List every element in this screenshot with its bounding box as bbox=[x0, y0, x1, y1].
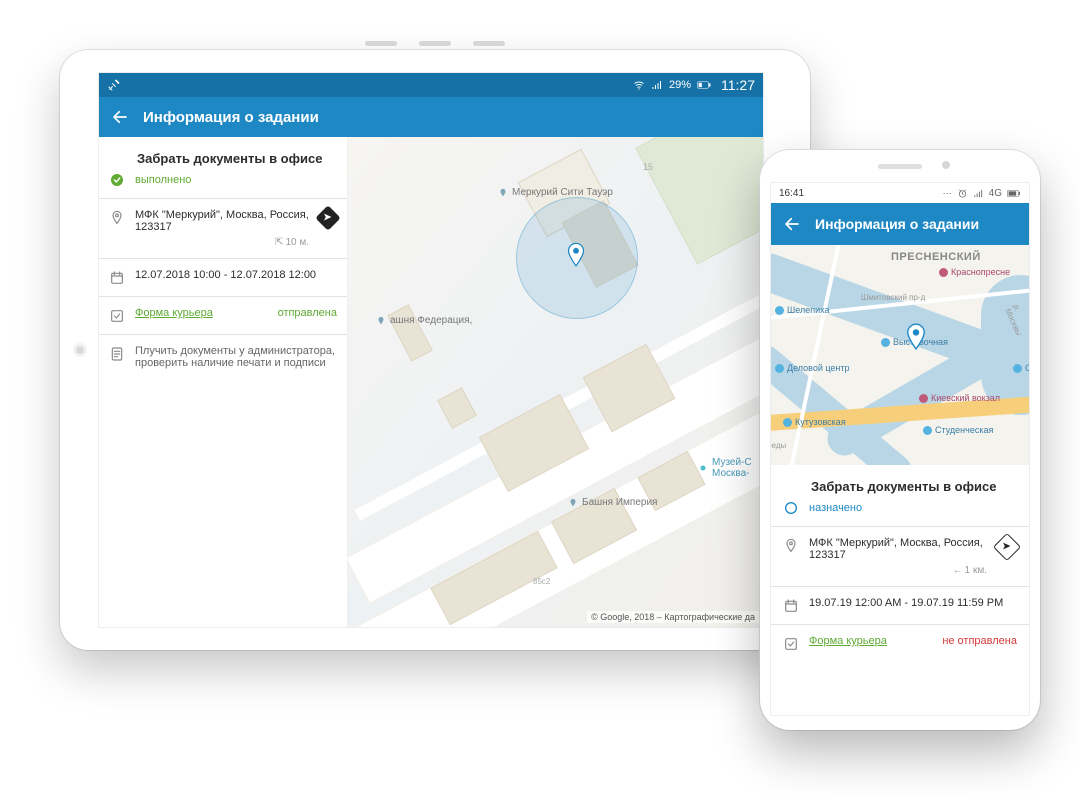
alarm-icon bbox=[957, 188, 968, 199]
location-pin-icon bbox=[109, 210, 125, 226]
phone-device-frame: 16:41 ⋯ 4G Информация о задании bbox=[760, 150, 1040, 730]
battery-icon bbox=[697, 80, 711, 90]
task-time-window: 12.07.2018 10:00 - 12.07.2018 12:00 bbox=[135, 269, 337, 281]
tablet-status-bar: 29% 11:27 bbox=[99, 73, 763, 97]
task-title: Забрать документы в офисе bbox=[137, 151, 337, 166]
metro-kievsky: Киевский вокзал bbox=[919, 393, 1000, 403]
metro-kutuzovskaya: Кутузовская bbox=[783, 417, 846, 427]
tablet-map[interactable]: Меркурий Сити Тауэр ашня Федерация, Башн… bbox=[348, 137, 763, 627]
map-attribution: © Google, 2018 – Картографические да bbox=[587, 611, 759, 623]
tablet-task-panel: Забрать документы в офисе выполнено МФК … bbox=[99, 137, 348, 627]
directions-button[interactable]: ➤ bbox=[315, 205, 340, 230]
directions-button[interactable]: ➤ bbox=[993, 533, 1021, 561]
road-bedy: беды bbox=[771, 441, 786, 450]
phone-status-bar: 16:41 ⋯ 4G bbox=[771, 183, 1029, 203]
location-pin bbox=[566, 242, 586, 273]
status-time: 16:41 bbox=[779, 188, 804, 199]
calendar-icon bbox=[109, 270, 125, 286]
form-check-icon bbox=[109, 308, 125, 324]
notes-icon bbox=[109, 346, 125, 362]
form-link[interactable]: Форма курьера bbox=[135, 307, 213, 319]
map-poi-museum: Музей-С Москва- bbox=[698, 457, 752, 479]
phone-task-panel: Забрать документы в офисе назначено МФК … bbox=[771, 465, 1029, 662]
task-address: МФК "Меркурий", Москва, Россия, 123317 bbox=[135, 209, 309, 233]
metro-sm: См bbox=[1013, 363, 1029, 373]
task-distance: 10 м. bbox=[285, 237, 309, 248]
signal-icon bbox=[651, 79, 663, 91]
task-time-window: 19.07.19 12:00 AM - 19.07.19 11:59 PM bbox=[809, 597, 1017, 609]
task-distance: 1 км. bbox=[965, 565, 987, 576]
road-shmitovsky: Шмитовский пр-д bbox=[861, 293, 925, 302]
phone-app-bar: Информация о задании bbox=[771, 203, 1029, 245]
map-poi-federation: ашня Федерация, bbox=[376, 315, 472, 326]
metro-shelepikha: Шелепиха bbox=[775, 305, 830, 315]
battery-percent: 29% bbox=[669, 79, 691, 91]
metro-krasnopresn: Краснопресне bbox=[939, 267, 1010, 277]
map-poi-mercury: Меркурий Сити Тауэр bbox=[498, 187, 613, 198]
form-check-icon bbox=[783, 636, 799, 652]
status-label: назначено bbox=[809, 502, 862, 514]
building-number: 15 bbox=[643, 162, 653, 172]
road-label-85c2: 85с2 bbox=[533, 577, 550, 586]
map-poi-empire: Башня Империя bbox=[568, 497, 657, 508]
status-assigned-icon bbox=[783, 500, 799, 516]
calendar-icon bbox=[783, 598, 799, 614]
wifi-icon bbox=[633, 79, 645, 91]
network-type: 4G bbox=[989, 188, 1002, 199]
form-status: отправлена bbox=[278, 307, 337, 319]
phone-map[interactable]: ПРЕСНЕНСКИЙ Шелепиха Деловой центр Выста… bbox=[771, 245, 1029, 465]
metro-delovoy: Деловой центр bbox=[775, 363, 850, 373]
tablet-screen: 29% 11:27 Информация о задании Забрать д… bbox=[98, 72, 764, 628]
battery-icon bbox=[1007, 189, 1021, 198]
satellite-icon bbox=[107, 78, 121, 92]
signal-icon bbox=[973, 188, 984, 199]
task-title: Забрать документы в офисе bbox=[811, 479, 1019, 494]
back-arrow-icon[interactable] bbox=[783, 215, 801, 233]
form-status: не отправлена bbox=[942, 635, 1017, 647]
appbar-title: Информация о задании bbox=[815, 216, 979, 232]
task-notes: Плучить документы у администратора, пров… bbox=[135, 345, 337, 369]
tablet-device-frame: 29% 11:27 Информация о задании Забрать д… bbox=[60, 50, 810, 650]
status-done-icon bbox=[109, 172, 125, 188]
status-label: выполнено bbox=[135, 174, 191, 186]
tablet-app-bar: Информация о задании bbox=[99, 97, 763, 137]
appbar-title: Информация о задании bbox=[143, 109, 319, 126]
district-label: ПРЕСНЕНСКИЙ bbox=[891, 251, 981, 263]
task-address: МФК "Меркурий", Москва, Россия, 123317 bbox=[809, 537, 987, 561]
location-pin-icon bbox=[783, 538, 799, 554]
form-link[interactable]: Форма курьера bbox=[809, 635, 887, 647]
metro-studencheskaya: Студенческая bbox=[923, 425, 993, 435]
status-time: 11:27 bbox=[721, 77, 755, 93]
back-arrow-icon[interactable] bbox=[111, 108, 129, 126]
phone-screen: 16:41 ⋯ 4G Информация о задании bbox=[770, 182, 1030, 716]
task-location-pin bbox=[905, 323, 927, 356]
